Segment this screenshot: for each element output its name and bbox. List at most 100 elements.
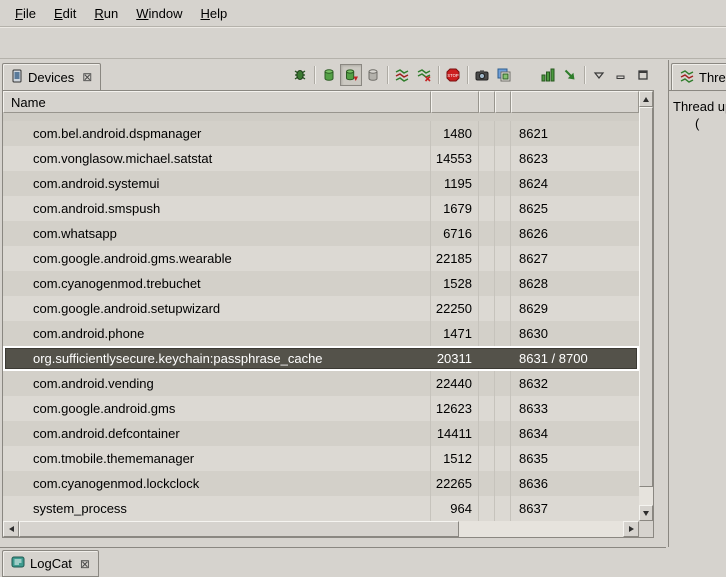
process-port: 8631 / 8700 — [511, 346, 639, 371]
process-pid: 20311 — [431, 346, 479, 371]
process-row[interactable]: com.cyanogenmod.lockclock 22265 8636 — [3, 471, 639, 496]
process-row[interactable]: com.cyanogenmod.trebuchet 1528 8628 — [3, 271, 639, 296]
minimize-icon[interactable] — [610, 64, 632, 86]
process-port: 8634 — [511, 421, 639, 446]
process-pid: 14411 — [431, 421, 479, 446]
scroll-up-button[interactable] — [639, 91, 653, 107]
scroll-right-button[interactable] — [623, 521, 639, 537]
process-heap-cell — [495, 496, 511, 521]
threads-body: Thread up ( — [669, 90, 726, 543]
process-port: 8633 — [511, 396, 639, 421]
process-port: 8630 — [511, 321, 639, 346]
menu-item[interactable]: Edit — [45, 2, 85, 25]
stop-process-icon[interactable]: STOP — [442, 64, 464, 86]
process-status-cell — [479, 221, 495, 246]
arrow-down-icon — [643, 511, 649, 516]
start-opengl-trace-icon[interactable] — [559, 64, 581, 86]
process-row[interactable]: com.google.android.setupwizard 22250 862… — [3, 296, 639, 321]
partial-device-row[interactable] — [3, 113, 639, 121]
menu-item[interactable]: Run — [85, 2, 127, 25]
tab-threads[interactable]: Threads — [671, 63, 726, 90]
process-row[interactable]: com.android.systemui 1195 8624 — [3, 171, 639, 196]
process-name: com.tmobile.thememanager — [3, 446, 431, 471]
scrollbar-corner — [639, 521, 653, 537]
menu-item[interactable]: Help — [191, 2, 236, 25]
process-status-cell — [479, 296, 495, 321]
process-name: com.google.android.setupwizard — [3, 296, 431, 321]
process-row[interactable]: com.bel.android.dspmanager 1480 8621 — [3, 121, 639, 146]
process-name: com.android.vending — [3, 371, 431, 396]
process-pid: 12623 — [431, 396, 479, 421]
capture-systrace-icon[interactable] — [537, 64, 559, 86]
process-port: 8635 — [511, 446, 639, 471]
process-row[interactable]: com.whatsapp 6716 8626 — [3, 221, 639, 246]
dump-view-hierarchy-icon[interactable] — [493, 64, 515, 86]
update-threads-icon[interactable] — [391, 64, 413, 86]
debug-process-icon[interactable] — [289, 64, 311, 86]
screen-capture-icon[interactable] — [471, 64, 493, 86]
process-port: 8628 — [511, 271, 639, 296]
vertical-scrollbar[interactable] — [639, 91, 653, 521]
column-header-blank2[interactable] — [495, 91, 511, 113]
process-status-cell — [479, 246, 495, 271]
logcat-panel: LogCat ⊠ — [0, 547, 666, 577]
process-row[interactable]: com.vonglasow.michael.satstat 14553 8623 — [3, 146, 639, 171]
process-row[interactable]: com.android.vending 22440 8632 — [3, 371, 639, 396]
process-row[interactable]: com.google.android.gms.wearable 22185 86… — [3, 246, 639, 271]
update-heap-icon[interactable] — [318, 64, 340, 86]
process-row[interactable]: com.google.android.gms 12623 8633 — [3, 396, 639, 421]
view-menu-icon[interactable] — [588, 64, 610, 86]
maximize-icon[interactable] — [632, 64, 654, 86]
process-pid: 14553 — [431, 146, 479, 171]
process-port: 8627 — [511, 246, 639, 271]
process-row[interactable]: com.android.smspush 1679 8625 — [3, 196, 639, 221]
process-heap-cell — [495, 196, 511, 221]
menu-item[interactable]: Window — [127, 2, 191, 25]
devices-panel: Devices ⊠ — [0, 60, 662, 547]
process-heap-cell — [495, 271, 511, 296]
column-header-blank1[interactable] — [479, 91, 495, 113]
process-port: 8637 — [511, 496, 639, 521]
process-heap-cell — [495, 296, 511, 321]
vertical-scroll-thumb[interactable] — [639, 107, 653, 487]
process-heap-cell — [495, 146, 511, 171]
horizontal-scrollbar[interactable] — [3, 521, 639, 537]
process-row[interactable]: org.sufficientlysecure.keychain:passphra… — [3, 346, 639, 371]
process-status-cell — [479, 421, 495, 446]
start-method-profiling-icon[interactable] — [413, 64, 435, 86]
column-header-pid[interactable] — [431, 91, 479, 113]
process-heap-cell — [495, 446, 511, 471]
cause-gc-icon[interactable] — [362, 64, 384, 86]
tab-devices[interactable]: Devices ⊠ — [2, 63, 101, 90]
column-header-port[interactable] — [511, 91, 639, 113]
menu-item[interactable]: File — [6, 2, 45, 25]
toolbar-separator — [467, 66, 468, 84]
table-header: Name — [3, 91, 653, 113]
process-pid: 1480 — [431, 121, 479, 146]
logcat-icon — [11, 555, 25, 572]
process-status-cell — [479, 471, 495, 496]
column-header-name[interactable]: Name — [3, 91, 431, 113]
process-row[interactable]: com.tmobile.thememanager 1512 8635 — [3, 446, 639, 471]
scroll-down-button[interactable] — [639, 505, 653, 521]
process-pid: 1528 — [431, 271, 479, 296]
process-pid: 1471 — [431, 321, 479, 346]
process-row[interactable]: com.android.defcontainer 14411 8634 — [3, 421, 639, 446]
process-status-cell — [479, 196, 495, 221]
process-heap-cell — [495, 471, 511, 496]
scroll-left-button[interactable] — [3, 521, 19, 537]
process-port: 8636 — [511, 471, 639, 496]
arrow-right-icon — [629, 526, 634, 532]
horizontal-scroll-thumb[interactable] — [19, 521, 459, 537]
tab-logcat-close-icon[interactable]: ⊠ — [80, 557, 90, 571]
process-name: com.google.android.gms.wearable — [3, 246, 431, 271]
process-port: 8621 — [511, 121, 639, 146]
dump-hprof-icon[interactable] — [340, 64, 362, 86]
process-row[interactable]: system_process 964 8637 — [3, 496, 639, 521]
process-port: 8629 — [511, 296, 639, 321]
arrow-left-icon — [9, 526, 14, 532]
tab-logcat[interactable]: LogCat ⊠ — [2, 550, 99, 577]
tab-devices-close-icon[interactable]: ⊠ — [82, 70, 92, 84]
process-row[interactable]: com.android.phone 1471 8630 — [3, 321, 639, 346]
devices-tabbar: Devices ⊠ — [0, 60, 662, 90]
